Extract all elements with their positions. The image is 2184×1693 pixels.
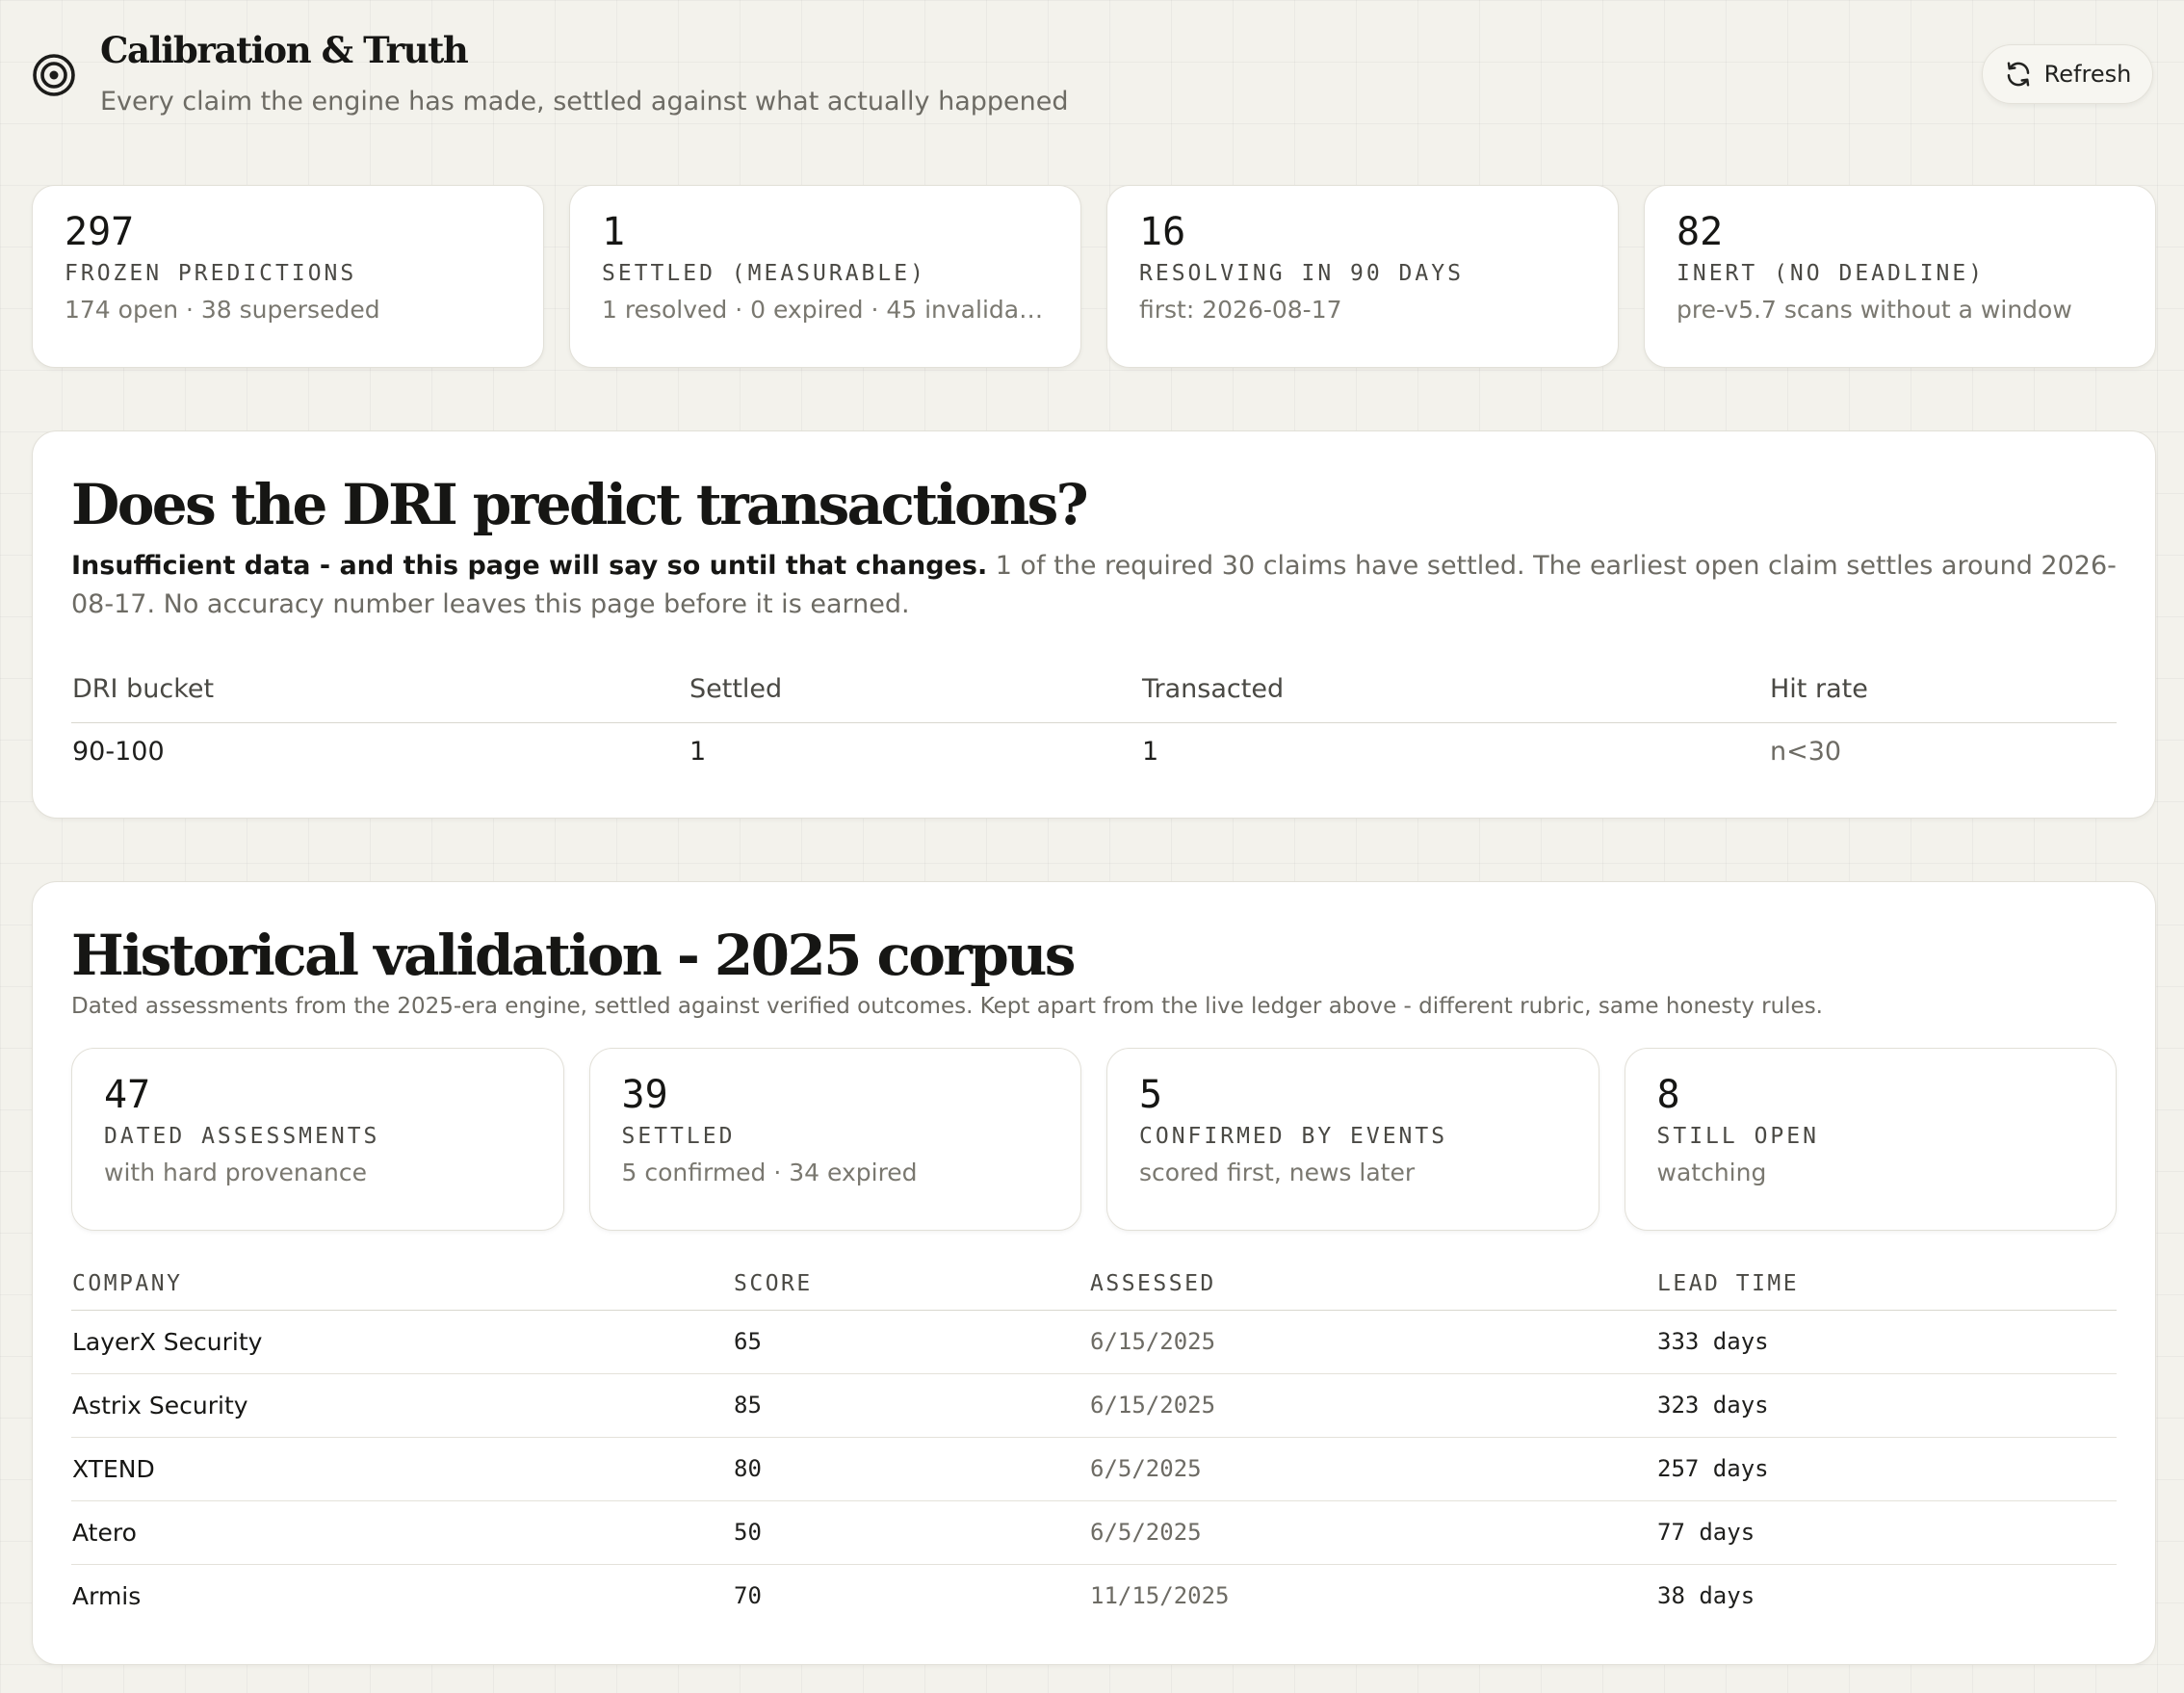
stat-sub: with hard provenance	[104, 1159, 368, 1186]
assessed-cell: 6/5/2025	[1090, 1519, 1202, 1546]
assessed-cell: 6/15/2025	[1090, 1392, 1216, 1419]
lead-time-cell: 38 days	[1657, 1582, 1755, 1609]
stat-label: STILL OPEN	[1656, 1124, 1819, 1149]
dri-panel-title: Does the DRI predict transactions?	[71, 472, 1089, 537]
page-header: Calibration & Truth Every claim the engi…	[31, 29, 2153, 125]
company-cell: LayerX Security	[72, 1328, 263, 1356]
table-row: Atero 50 6/5/2025 77 days	[71, 1501, 2117, 1565]
table-header: DRI bucket Settled Transacted Hit rate	[71, 661, 2117, 723]
column-header: Hit rate	[1770, 674, 1868, 704]
stat-sub: 5 confirmed · 34 expired	[621, 1159, 918, 1186]
stat-label: CONFIRMED BY EVENTS	[1139, 1124, 1448, 1149]
refresh-button[interactable]: Refresh	[1982, 44, 2153, 104]
lead-time-cell: 333 days	[1657, 1328, 1769, 1355]
stat-label: SETTLED (MEASURABLE)	[602, 261, 926, 286]
dri-panel: Does the DRI predict transactions? Insuf…	[32, 430, 2156, 819]
stat-value: 47	[104, 1073, 151, 1117]
stat-value: 16	[1139, 210, 1186, 254]
dri-bucket-cell: 90-100	[72, 737, 165, 767]
stat-value: 39	[621, 1073, 668, 1117]
stat-label: FROZEN PREDICTIONS	[65, 261, 357, 286]
stat-sub: first: 2026-08-17	[1139, 296, 1342, 324]
page-subtitle: Every claim the engine has made, settled…	[100, 87, 1069, 117]
stat-sub: pre-v5.7 scans without a window	[1677, 296, 2072, 324]
stat-card-confirmed-by-events: 5 CONFIRMED BY EVENTS scored first, news…	[1106, 1048, 1599, 1231]
column-header: COMPANY	[72, 1271, 183, 1296]
stat-card-settled: 39 SETTLED 5 confirmed · 34 expired	[588, 1048, 1081, 1231]
stat-sub: watching	[1656, 1159, 1767, 1186]
historical-description: Dated assessments from the 2025-era engi…	[71, 994, 1823, 1019]
assessed-cell: 6/15/2025	[1090, 1328, 1216, 1355]
page-title: Calibration & Truth	[100, 29, 469, 71]
stat-sub: 174 open · 38 superseded	[65, 296, 380, 324]
score-cell: 65	[734, 1328, 762, 1355]
lead-time-cell: 77 days	[1657, 1519, 1755, 1546]
score-cell: 85	[734, 1392, 762, 1419]
company-cell: Armis	[72, 1582, 142, 1610]
stat-card-resolving-90-days: 16 RESOLVING IN 90 DAYS first: 2026-08-1…	[1106, 185, 1619, 368]
stat-card-frozen-predictions: 297 FROZEN PREDICTIONS 174 open · 38 sup…	[32, 185, 544, 368]
verdict-strong: Insufficient data - and this page will s…	[71, 551, 988, 581]
stat-sub: scored first, news later	[1139, 1159, 1416, 1186]
stat-value: 297	[65, 210, 135, 254]
stat-label: DATED ASSESSMENTS	[104, 1124, 380, 1149]
historical-panel-title: Historical validation - 2025 corpus	[71, 923, 1076, 988]
stat-label: RESOLVING IN 90 DAYS	[1139, 261, 1464, 286]
column-header: ASSESSED	[1090, 1271, 1216, 1296]
lead-time-cell: 257 days	[1657, 1455, 1769, 1482]
stat-sub: 1 resolved · 0 expired · 45 invalidated …	[602, 296, 1050, 324]
historical-stats: 47 DATED ASSESSMENTS with hard provenanc…	[71, 1048, 2117, 1231]
refresh-icon	[2007, 62, 2029, 87]
score-cell: 50	[734, 1519, 762, 1546]
stat-label: SETTLED	[621, 1124, 736, 1149]
column-header: SCORE	[734, 1271, 813, 1296]
assessed-cell: 11/15/2025	[1090, 1582, 1230, 1609]
score-cell: 70	[734, 1582, 762, 1609]
column-header: Settled	[689, 674, 783, 704]
stat-value: 8	[1656, 1073, 1680, 1117]
table-row: LayerX Security 65 6/15/2025 333 days	[71, 1311, 2117, 1374]
stat-card-inert: 82 INERT (NO DEADLINE) pre-v5.7 scans wi…	[1644, 185, 2156, 368]
stat-value: 82	[1677, 210, 1724, 254]
refresh-label: Refresh	[2043, 61, 2132, 88]
table-row: Astrix Security 85 6/15/2025 323 days	[71, 1374, 2117, 1438]
target-icon	[33, 54, 75, 96]
lead-time-cell: 323 days	[1657, 1392, 1769, 1419]
corpus-table: COMPANY SCORE ASSESSED LEAD TIME LayerX …	[71, 1262, 2117, 1628]
hit-rate-cell: n<30	[1770, 737, 1842, 767]
table-header: COMPANY SCORE ASSESSED LEAD TIME	[71, 1262, 2117, 1311]
score-cell: 80	[734, 1455, 762, 1482]
stat-card-settled-measurable: 1 SETTLED (MEASURABLE) 1 resolved · 0 ex…	[569, 185, 1081, 368]
stat-value: 5	[1139, 1073, 1163, 1117]
stat-value: 1	[602, 210, 626, 254]
table-row: Armis 70 11/15/2025 38 days	[71, 1565, 2117, 1628]
settled-cell: 1	[689, 737, 707, 767]
company-cell: Atero	[72, 1519, 137, 1547]
summary-stats: 297 FROZEN PREDICTIONS 174 open · 38 sup…	[32, 185, 2156, 368]
stat-label: INERT (NO DEADLINE)	[1677, 261, 1986, 286]
column-header: DRI bucket	[72, 674, 215, 704]
dri-verdict: Insufficient data - and this page will s…	[71, 547, 2122, 624]
assessed-cell: 6/5/2025	[1090, 1455, 1202, 1482]
stat-card-still-open: 8 STILL OPEN watching	[1624, 1048, 2117, 1231]
dri-table: DRI bucket Settled Transacted Hit rate 9…	[71, 661, 2117, 785]
historical-panel: Historical validation - 2025 corpus Date…	[32, 881, 2156, 1665]
transacted-cell: 1	[1142, 737, 1159, 767]
column-header: Transacted	[1142, 674, 1285, 704]
table-row: 90-100 1 1 n<30	[71, 723, 2117, 785]
stat-card-dated-assessments: 47 DATED ASSESSMENTS with hard provenanc…	[71, 1048, 564, 1231]
table-row: XTEND 80 6/5/2025 257 days	[71, 1438, 2117, 1501]
company-cell: XTEND	[72, 1455, 155, 1483]
company-cell: Astrix Security	[72, 1392, 248, 1420]
column-header: LEAD TIME	[1657, 1271, 1800, 1296]
